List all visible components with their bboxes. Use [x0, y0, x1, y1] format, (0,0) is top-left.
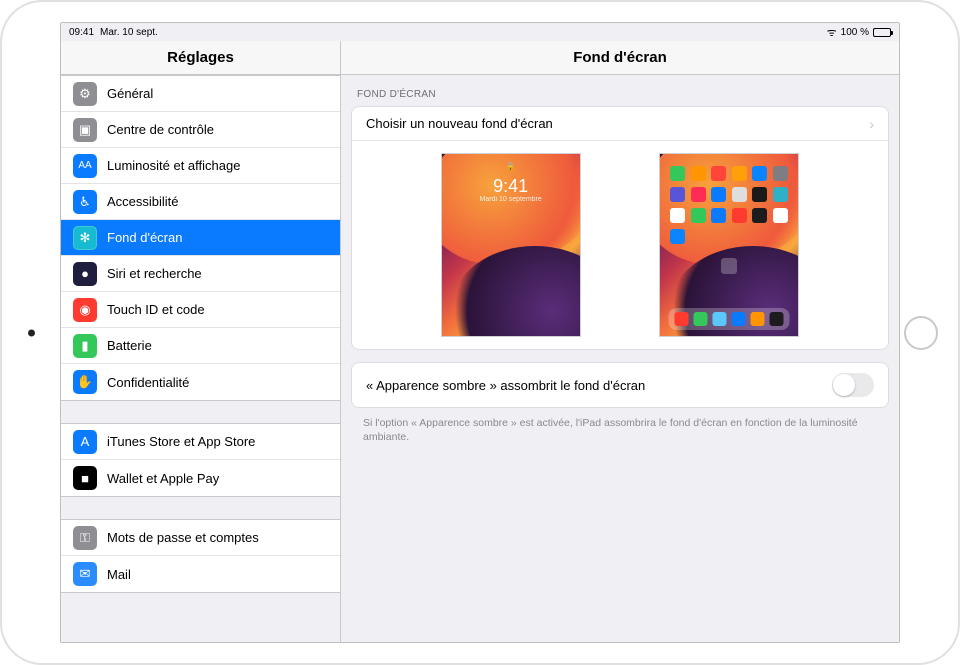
preview-app-icon [711, 208, 726, 223]
sidebar-item-label: iTunes Store et App Store [107, 434, 255, 449]
settings-row-icon: ■ [73, 466, 97, 490]
status-time: 09:41 [69, 27, 94, 38]
sidebar-item-luminosit-et-affichage[interactable]: AA Luminosité et affichage [61, 148, 340, 184]
preview-app-icon [670, 187, 685, 202]
chevron-right-icon: › [869, 116, 874, 132]
battery-icon [873, 28, 891, 37]
sidebar-item-centre-de-contr-le[interactable]: ▣ Centre de contrôle [61, 112, 340, 148]
sidebar-item-wallet-et-apple-pay[interactable]: ■ Wallet et Apple Pay [61, 460, 340, 496]
sidebar-item-label: Confidentialité [107, 375, 189, 390]
preview-app-icon [711, 187, 726, 202]
battery-percent: 100 % [841, 27, 869, 38]
preview-app-icon [752, 187, 767, 202]
sidebar-item-label: Fond d'écran [107, 230, 182, 245]
detail-title: Fond d'écran [341, 41, 899, 75]
toggle-knob [833, 374, 855, 396]
settings-row-icon: ⚿ [73, 526, 97, 550]
sidebar-item-label: Centre de contrôle [107, 122, 214, 137]
preview-app-icon [670, 229, 685, 244]
status-date: Mar. 10 sept. [100, 27, 158, 38]
home-screen-preview[interactable] [659, 153, 799, 337]
sidebar-item-accessibilit[interactable]: ♿︎ Accessibilité [61, 184, 340, 220]
sidebar-item-label: Accessibilité [107, 194, 179, 209]
dock-app-icon [751, 312, 765, 326]
choose-wallpaper-row[interactable]: Choisir un nouveau fond d'écran › [352, 107, 888, 141]
preview-app-icon [691, 208, 706, 223]
preview-app-icon [773, 208, 788, 223]
dark-dim-card: « Apparence sombre » assombrit le fond d… [351, 362, 889, 408]
sidebar-item-fond-d-cran[interactable]: ✻ Fond d'écran [61, 220, 340, 256]
wallpaper-card: Choisir un nouveau fond d'écran › 🔒 9:41… [351, 106, 889, 350]
sidebar-item-confidentialit[interactable]: ✋ Confidentialité [61, 364, 340, 400]
preview-app-icon [732, 166, 747, 181]
settings-row-icon: ✉ [73, 562, 97, 586]
preview-app-icon [691, 187, 706, 202]
sidebar-item-itunes-store-et-app-store[interactable]: AiTunes Store et App Store [61, 424, 340, 460]
preview-app-icon [670, 208, 685, 223]
dock-app-icon [675, 312, 689, 326]
sidebar-item-mots-de-passe-et-comptes[interactable]: ⚿ Mots de passe et comptes [61, 520, 340, 556]
lock-icon: 🔒 [442, 162, 580, 171]
settings-row-icon: ⚙︎ [73, 82, 97, 106]
sidebar-item-label: Luminosité et affichage [107, 158, 240, 173]
sidebar-item-g-n-ral[interactable]: ⚙︎ Général [61, 76, 340, 112]
lock-preview-date: Mardi 10 septembre [442, 196, 580, 203]
sidebar-item-label: Général [107, 86, 153, 101]
wallpaper-previews: 🔒 9:41 Mardi 10 septembre [352, 141, 888, 349]
sidebar-item-touch-id-et-code[interactable]: ◉ Touch ID et code [61, 292, 340, 328]
settings-row-icon: ● [73, 262, 97, 286]
sidebar-item-batterie[interactable]: ▮ Batterie [61, 328, 340, 364]
sidebar-item-label: Wallet et Apple Pay [107, 471, 219, 486]
home-button[interactable] [904, 316, 938, 350]
preview-app-icon [752, 208, 767, 223]
preview-app-icon [670, 166, 685, 181]
home-icon-grid [670, 166, 788, 244]
dock-preview [669, 308, 790, 330]
sidebar-item-label: Mail [107, 567, 131, 582]
status-bar: 09:41 Mar. 10 sept. ᯤ 100 % [61, 23, 899, 41]
preview-app-icon [732, 187, 747, 202]
sidebar-item-label: Mots de passe et comptes [107, 530, 259, 545]
dock-app-icon [770, 312, 784, 326]
preview-app-icon [752, 166, 767, 181]
preview-app-icon [732, 208, 747, 223]
ipad-frame: 09:41 Mar. 10 sept. ᯤ 100 % Réglages ⚙︎ G… [0, 0, 960, 665]
preview-app-icon [773, 166, 788, 181]
camera-dot [28, 329, 35, 336]
dark-dim-toggle[interactable] [832, 373, 874, 397]
preview-app-icon [711, 166, 726, 181]
sidebar: Réglages ⚙︎ Général ▣ Centre de contrôle AA L… [61, 41, 341, 642]
settings-row-icon: ▮ [73, 334, 97, 358]
dark-dim-footer: Si l'option « Apparence sombre » est act… [341, 408, 899, 444]
lock-preview-time: 9:41 [442, 176, 580, 197]
sidebar-item-label: Siri et recherche [107, 266, 202, 281]
preview-app-icon [691, 166, 706, 181]
choose-wallpaper-label: Choisir un nouveau fond d'écran [366, 116, 553, 131]
dark-dim-label: « Apparence sombre » assombrit le fond d… [366, 378, 645, 393]
settings-row-icon: A [73, 430, 97, 454]
wifi-icon: ᯤ [827, 25, 837, 40]
sidebar-item-label: Batterie [107, 338, 152, 353]
settings-row-icon: AA [73, 154, 97, 178]
settings-row-icon: ♿︎ [73, 190, 97, 214]
screen: 09:41 Mar. 10 sept. ᯤ 100 % Réglages ⚙︎ G… [60, 22, 900, 643]
settings-row-icon: ✻ [73, 226, 97, 250]
sidebar-title: Réglages [61, 41, 340, 75]
sidebar-item-label: Touch ID et code [107, 302, 205, 317]
settings-row-icon: ✋ [73, 370, 97, 394]
detail-pane: Fond d'écran FOND D'ÉCRAN Choisir un nou… [341, 41, 899, 642]
lock-screen-preview[interactable]: 🔒 9:41 Mardi 10 septembre [441, 153, 581, 337]
preview-app-icon [773, 187, 788, 202]
sidebar-item-siri-et-recherche[interactable]: ● Siri et recherche [61, 256, 340, 292]
section-header: FOND D'ÉCRAN [341, 75, 899, 106]
preview-app-icon [721, 258, 737, 274]
dock-app-icon [732, 312, 746, 326]
sidebar-item-mail[interactable]: ✉ Mail [61, 556, 340, 592]
settings-row-icon: ◉ [73, 298, 97, 322]
dock-app-icon [694, 312, 708, 326]
dock-app-icon [713, 312, 727, 326]
settings-row-icon: ▣ [73, 118, 97, 142]
